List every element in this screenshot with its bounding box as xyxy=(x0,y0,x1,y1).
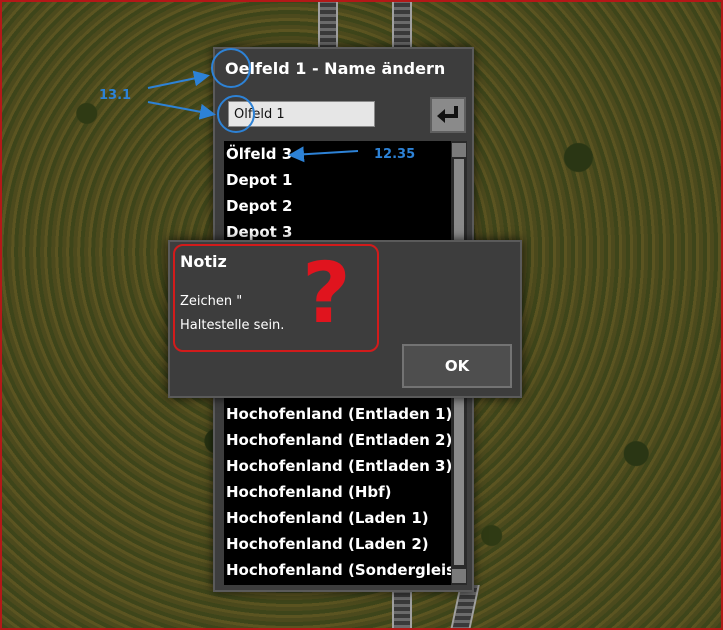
annotation-arrow xyxy=(147,101,216,120)
annotation-arrow xyxy=(288,146,359,163)
annotation-arrows xyxy=(147,70,359,163)
annotation-arrow xyxy=(147,70,210,89)
